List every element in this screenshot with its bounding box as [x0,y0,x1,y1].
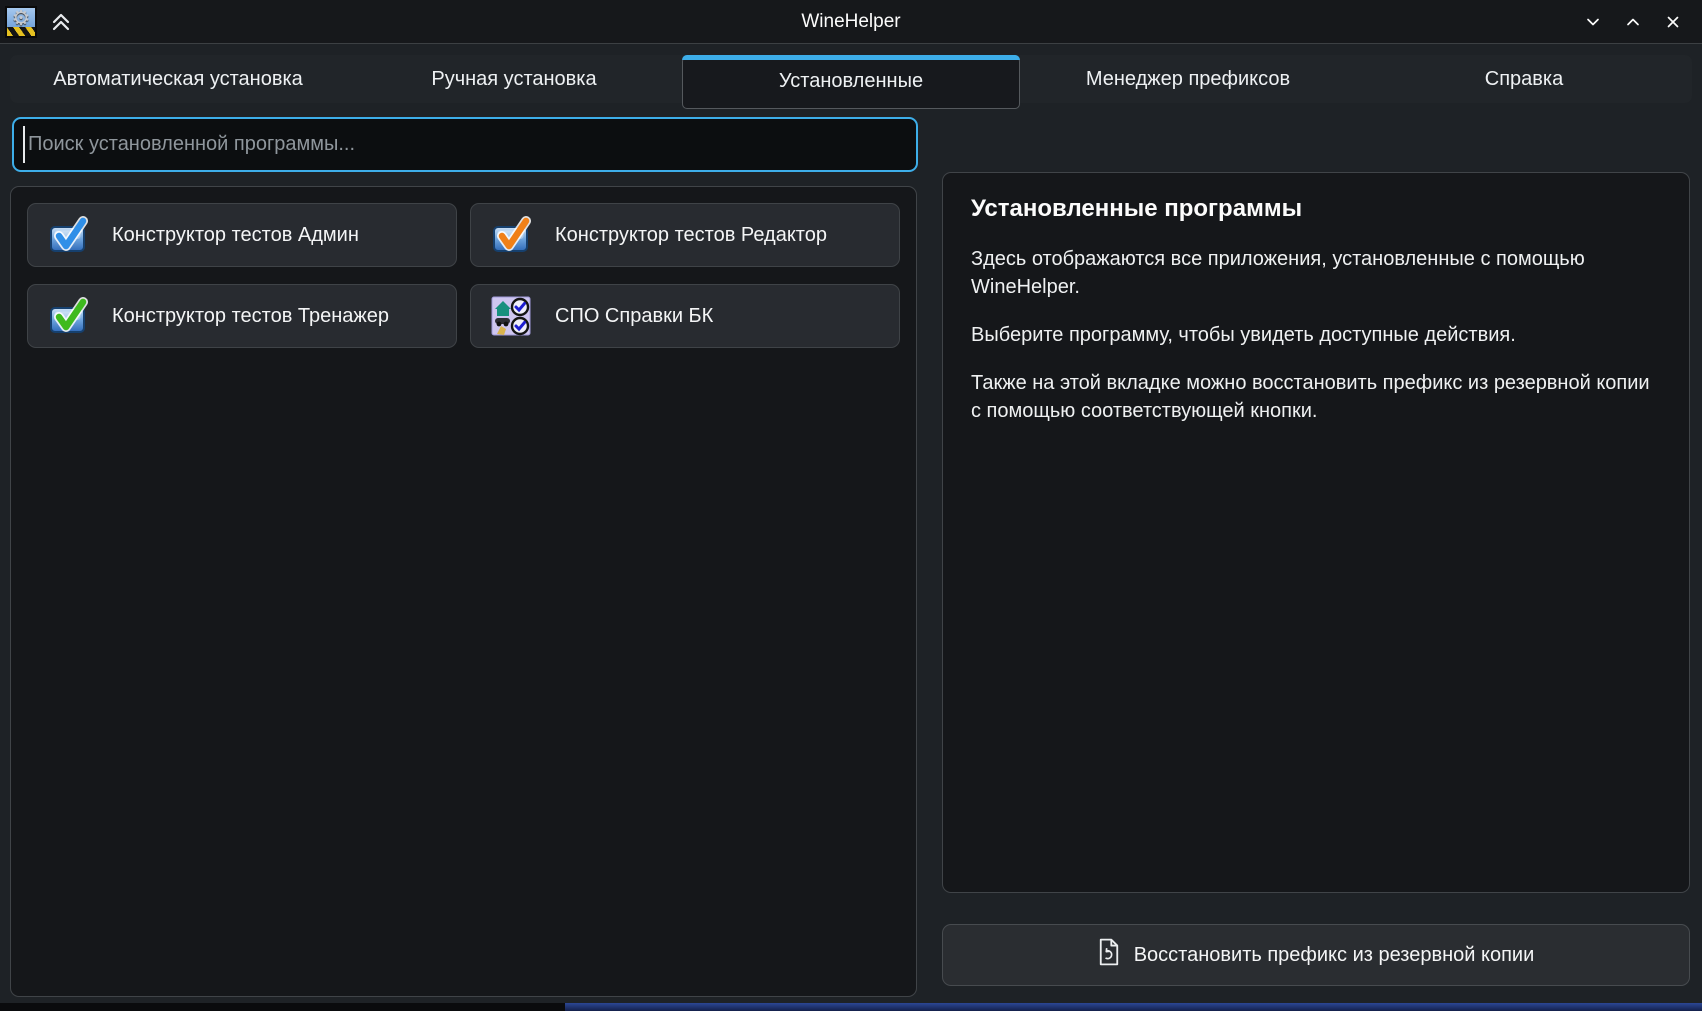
checkbox-green-check-icon [48,296,88,336]
window-controls [1580,9,1702,35]
strip-blue-segment [565,1003,1702,1011]
app-icon: ⚙ [5,6,37,38]
tab-prefix-manager[interactable]: Менеджер префиксов [1020,55,1356,103]
close-button[interactable] [1660,9,1686,35]
bk-reference-suite-icon [491,296,531,336]
maximize-button[interactable] [1620,9,1646,35]
tab-manual-install[interactable]: Ручная установка [346,55,682,103]
program-name: Конструктор тестов Редактор [555,224,827,247]
restore-prefix-button[interactable]: Восстановить префикс из резервной копии [942,924,1690,986]
info-panel: Установленные программы Здесь отображают… [942,172,1690,893]
program-card-bk[interactable]: СПО Справки БК [470,284,900,348]
program-card-trainer[interactable]: Конструктор тестов Тренажер [27,284,457,348]
tab-automatic-install[interactable]: Автоматическая установка [10,55,346,103]
text-caret [23,126,25,163]
info-paragraph: Здесь отображаются все приложения, устан… [971,245,1661,301]
search-input[interactable] [12,117,918,172]
info-panel-title: Установленные программы [971,195,1661,223]
minimize-button[interactable] [1580,9,1606,35]
window-title: WineHelper [0,11,1702,33]
installed-programs-panel: Конструктор тестов Админ Конструктор тес… [10,186,917,997]
bottom-screen-strip [0,1003,1702,1011]
search-field-wrapper [12,117,918,172]
checkbox-blue-check-icon [48,215,88,255]
keep-above-icon[interactable] [49,10,73,34]
tab-installed[interactable]: Установленные [682,55,1020,109]
info-paragraph: Также на этой вкладке можно восстановить… [971,369,1661,425]
program-name: Конструктор тестов Админ [112,224,359,247]
restore-prefix-label: Восстановить префикс из резервной копии [1134,944,1535,967]
titlebar: ⚙ WineHelper [0,0,1702,44]
strip-dark-segment [0,1003,565,1011]
program-name: СПО Справки БК [555,305,713,328]
document-restore-icon [1098,938,1120,972]
program-name: Конструктор тестов Тренажер [112,305,389,328]
info-paragraph: Выберите программу, чтобы увидеть доступ… [971,321,1661,349]
hazard-stripes [7,27,35,36]
tab-help[interactable]: Справка [1356,55,1692,103]
checkbox-orange-check-icon [491,215,531,255]
program-card-admin[interactable]: Конструктор тестов Админ [27,203,457,267]
tab-bar: Автоматическая установка Ручная установк… [10,55,1692,103]
program-card-editor[interactable]: Конструктор тестов Редактор [470,203,900,267]
